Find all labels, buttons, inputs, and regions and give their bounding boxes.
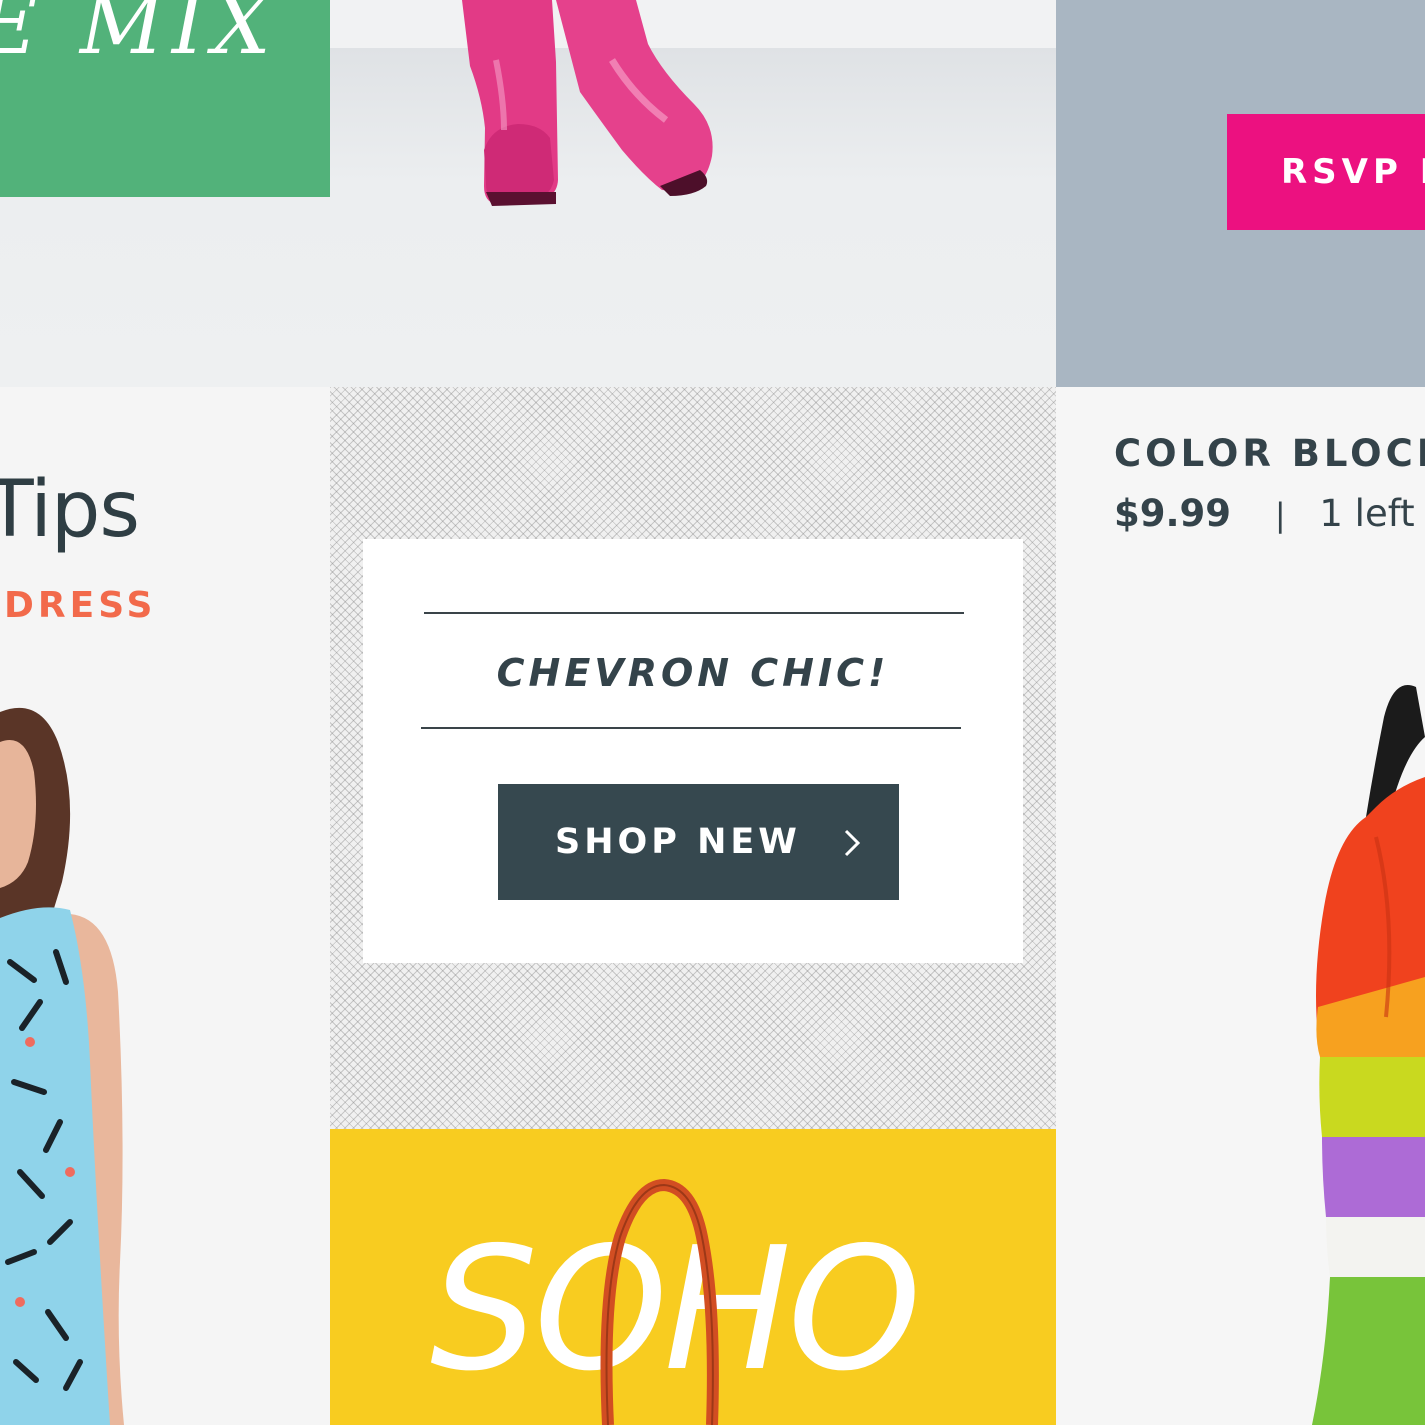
chevron-chic-card: CHEVRON CHIC! SHOP NEW — [363, 539, 1023, 963]
pink-rain-boots-image — [462, 0, 713, 206]
model-in-dress-image — [0, 707, 124, 1425]
color-block-product-card[interactable]: COLOR BLOCK $9.99 | 1 left — [1056, 387, 1425, 1425]
shop-new-button[interactable]: SHOP NEW — [498, 784, 899, 900]
mix-promo-banner[interactable]: E MIX — [0, 0, 330, 197]
tips-subheading[interactable]: DRESS — [4, 585, 156, 626]
product-price: $9.99 — [1114, 492, 1232, 535]
stock-count: 1 left — [1319, 492, 1415, 535]
chevron-right-icon — [844, 829, 861, 857]
chevron-chic-heading: CHEVRON CHIC! — [496, 651, 890, 695]
product-meta: $9.99 | 1 left — [1114, 492, 1415, 535]
handbag-strap-image — [600, 1178, 719, 1425]
meta-separator: | — [1274, 496, 1286, 534]
rsvp-button[interactable]: RSVP N — [1227, 114, 1425, 230]
tips-heading: Tips — [0, 465, 140, 555]
shop-new-button-label: SHOP NEW — [555, 822, 801, 862]
rsvp-button-label: RSVP N — [1281, 152, 1425, 192]
mix-promo-heading: E MIX — [0, 0, 279, 73]
title-bottom-rule — [421, 727, 961, 729]
title-top-rule — [424, 612, 964, 614]
soho-bag-banner[interactable]: SOHO — [330, 1129, 1056, 1425]
color-block-scarf-image — [1312, 685, 1425, 1425]
product-name[interactable]: COLOR BLOCK — [1114, 432, 1425, 475]
style-tips-card[interactable]: Tips DRESS — [0, 387, 330, 1425]
